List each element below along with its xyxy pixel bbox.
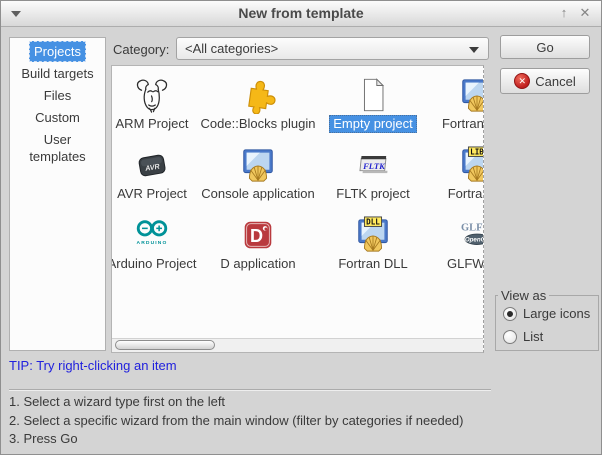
sidebar-item-label: Files — [39, 85, 76, 106]
cancel-button[interactable]: ✕ Cancel — [500, 68, 590, 94]
sidebar-item-label: User templates — [10, 129, 105, 167]
sidebar-item-build-targets[interactable]: Build targets — [10, 63, 105, 85]
window-shell-icon — [239, 142, 277, 184]
svg-text:LIB: LIB — [470, 148, 484, 157]
template-item-label: Fortran DLL — [334, 255, 411, 273]
tip-text: TIP: Try right-clicking an item — [9, 358, 177, 373]
d-icon: D — [239, 212, 277, 254]
cancel-button-label: Cancel — [535, 74, 575, 89]
svg-text:ARDUINO: ARDUINO — [137, 240, 168, 246]
gnu-head-icon — [133, 72, 171, 114]
radio-large-icons[interactable]: Large icons — [503, 306, 590, 321]
window-shell-icon — [458, 72, 484, 114]
template-item[interactable]: Code::Blocks plugin — [192, 72, 324, 142]
template-item-label: Console application — [197, 185, 318, 203]
template-item[interactable]: D D application — [192, 212, 324, 282]
template-item-label: D application — [216, 255, 299, 273]
puzzle-icon — [239, 72, 277, 114]
template-grid-row: ARM Project Code::Blocks plugin Empty pr… — [112, 72, 483, 142]
radio-large-icons-label: Large icons — [523, 306, 590, 321]
template-item-label: FLTK project — [332, 185, 413, 203]
sidebar-item-custom[interactable]: Custom — [10, 107, 105, 129]
window-shell-icon: LIB — [458, 142, 484, 184]
template-item-label: GLFW pro — [443, 255, 484, 273]
radio-icon — [503, 330, 517, 344]
close-window-icon[interactable]: ✕ — [576, 4, 594, 22]
template-grid-panel[interactable]: ARM Project Code::Blocks plugin Empty pr… — [111, 65, 484, 353]
svg-text:GLFW: GLFW — [461, 222, 484, 233]
template-grid-row: AVRAVR Project Console application FLTKF… — [112, 142, 483, 212]
template-item[interactable]: ARDUINOArduino Project — [112, 212, 192, 282]
template-item-label: Fortran appl — [438, 115, 484, 133]
sidebar-item-user-templates[interactable]: User templates — [10, 129, 105, 151]
svg-text:DLL: DLL — [366, 218, 380, 227]
horizontal-scrollbar[interactable] — [112, 338, 483, 352]
separator — [9, 389, 491, 391]
template-item[interactable]: Console application — [192, 142, 324, 212]
instruction-line: 2. Select a specific wizard from the mai… — [9, 412, 463, 431]
template-item-label: ARM Project — [112, 115, 193, 133]
blank-page-icon — [354, 72, 392, 114]
template-item[interactable]: Fortran appl — [422, 72, 484, 142]
sidebar-item-files[interactable]: Files — [10, 85, 105, 107]
template-item[interactable]: LIB Fortran lib — [422, 142, 484, 212]
fltk-icon: FLTK — [354, 142, 392, 184]
template-item[interactable]: FLTK FLTK project — [324, 142, 422, 212]
radio-list-label: List — [523, 329, 543, 344]
avr-chip-icon: AVR — [133, 142, 171, 184]
category-dropdown-value: <All categories> — [185, 41, 278, 56]
template-grid: ARM Project Code::Blocks plugin Empty pr… — [112, 72, 483, 282]
window-shell-icon: DLL — [354, 212, 392, 254]
instructions: 1. Select a wizard type first on the lef… — [9, 393, 463, 449]
cancel-icon: ✕ — [514, 73, 530, 89]
go-button-label: Go — [536, 40, 553, 55]
sidebar-item-label: Custom — [30, 107, 85, 128]
category-dropdown[interactable]: <All categories> — [176, 37, 489, 60]
svg-text:OpenGL: OpenGL — [465, 237, 484, 244]
template-item-label: AVR Project — [113, 185, 191, 203]
template-item-label: Code::Blocks plugin — [197, 115, 320, 133]
arduino-icon: ARDUINO — [133, 212, 171, 254]
template-item[interactable]: Empty project — [324, 72, 422, 142]
radio-icon — [503, 307, 517, 321]
shade-window-icon[interactable]: ↑ — [555, 4, 573, 22]
template-grid-row: ARDUINOArduino Project D D application D… — [112, 212, 483, 282]
svg-text:FLTK: FLTK — [362, 161, 386, 171]
radio-list[interactable]: List — [503, 329, 543, 344]
glfw-icon: GLFW OpenGL — [458, 212, 484, 254]
template-item-label: Arduino Project — [111, 255, 200, 273]
window-title: New from template — [1, 5, 601, 21]
sidebar-item-label: Build targets — [16, 63, 98, 84]
wizard-type-list[interactable]: ProjectsBuild targetsFilesCustomUser tem… — [9, 37, 106, 351]
sidebar-item-label: Projects — [29, 41, 86, 62]
horizontal-scrollbar-thumb[interactable] — [115, 340, 215, 350]
category-label: Category: — [113, 42, 169, 57]
view-as-group: View as Large icons List — [495, 295, 599, 351]
new-from-template-dialog: New from template ↑ ✕ ProjectsBuild targ… — [0, 0, 602, 455]
svg-text:D: D — [250, 226, 263, 246]
go-button[interactable]: Go — [500, 35, 590, 59]
view-as-legend: View as — [498, 288, 549, 303]
template-item[interactable]: ARM Project — [112, 72, 192, 142]
instruction-line: 3. Press Go — [9, 430, 463, 449]
template-item-label: Empty project — [329, 115, 416, 133]
sidebar-item-projects[interactable]: Projects — [10, 41, 105, 63]
instruction-line: 1. Select a wizard type first on the lef… — [9, 393, 463, 412]
template-item[interactable]: AVRAVR Project — [112, 142, 192, 212]
template-item[interactable]: GLFW OpenGLGLFW pro — [422, 212, 484, 282]
template-item[interactable]: DLL Fortran DLL — [324, 212, 422, 282]
chevron-down-icon — [469, 47, 479, 53]
template-item-label: Fortran lib — [444, 185, 484, 203]
titlebar[interactable]: New from template ↑ ✕ — [1, 1, 601, 27]
